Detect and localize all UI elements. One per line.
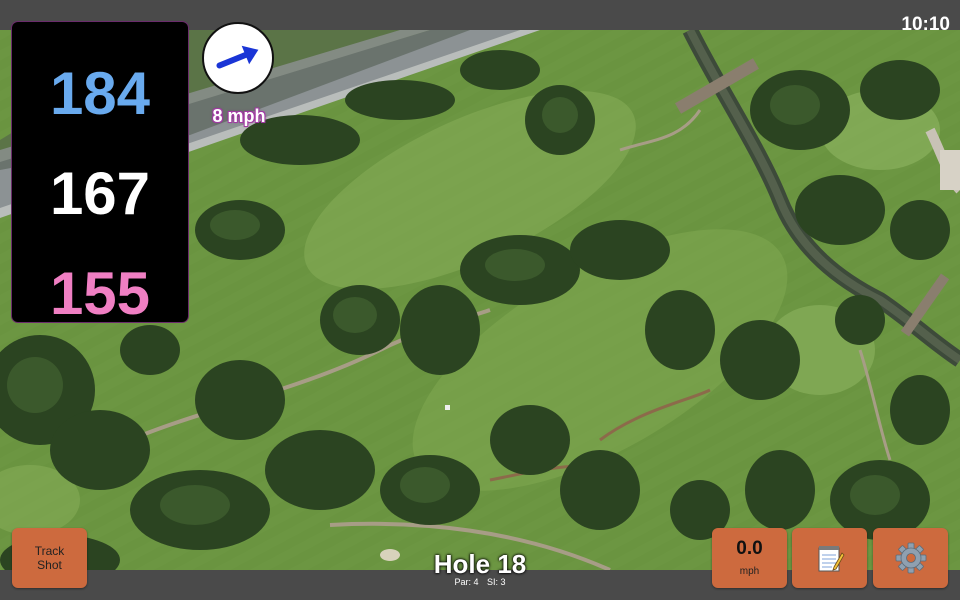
hole-meta: Par: 4 SI: 3 [400, 577, 560, 587]
hole-stroke-index: SI: 3 [487, 577, 506, 587]
hole-title: Hole 18 [433, 549, 527, 579]
speed-button[interactable]: 0.0 mph [712, 528, 787, 588]
back-distance: 184 [49, 60, 151, 127]
middle-distance: 167 [49, 160, 151, 227]
track-shot-label-line2: Shot [37, 558, 62, 572]
wind-arrow-icon [216, 45, 259, 69]
track-shot-label-line1: Track [34, 544, 65, 558]
notepad-icon [818, 546, 844, 572]
gear-icon [895, 542, 926, 574]
settings-button[interactable] [873, 528, 948, 588]
track-shot-button[interactable]: Track Shot [12, 528, 87, 588]
hole-par: Par: 4 [454, 577, 479, 587]
front-distance: 155 [49, 260, 151, 327]
speed-value: 0.0 [736, 538, 763, 559]
speed-unit: mph [739, 566, 760, 577]
distance-panel: 184 167 155 [12, 22, 188, 326]
wind-speed-label: 8 mph [212, 106, 266, 126]
wind-indicator [202, 22, 274, 94]
notes-button[interactable] [792, 528, 867, 588]
